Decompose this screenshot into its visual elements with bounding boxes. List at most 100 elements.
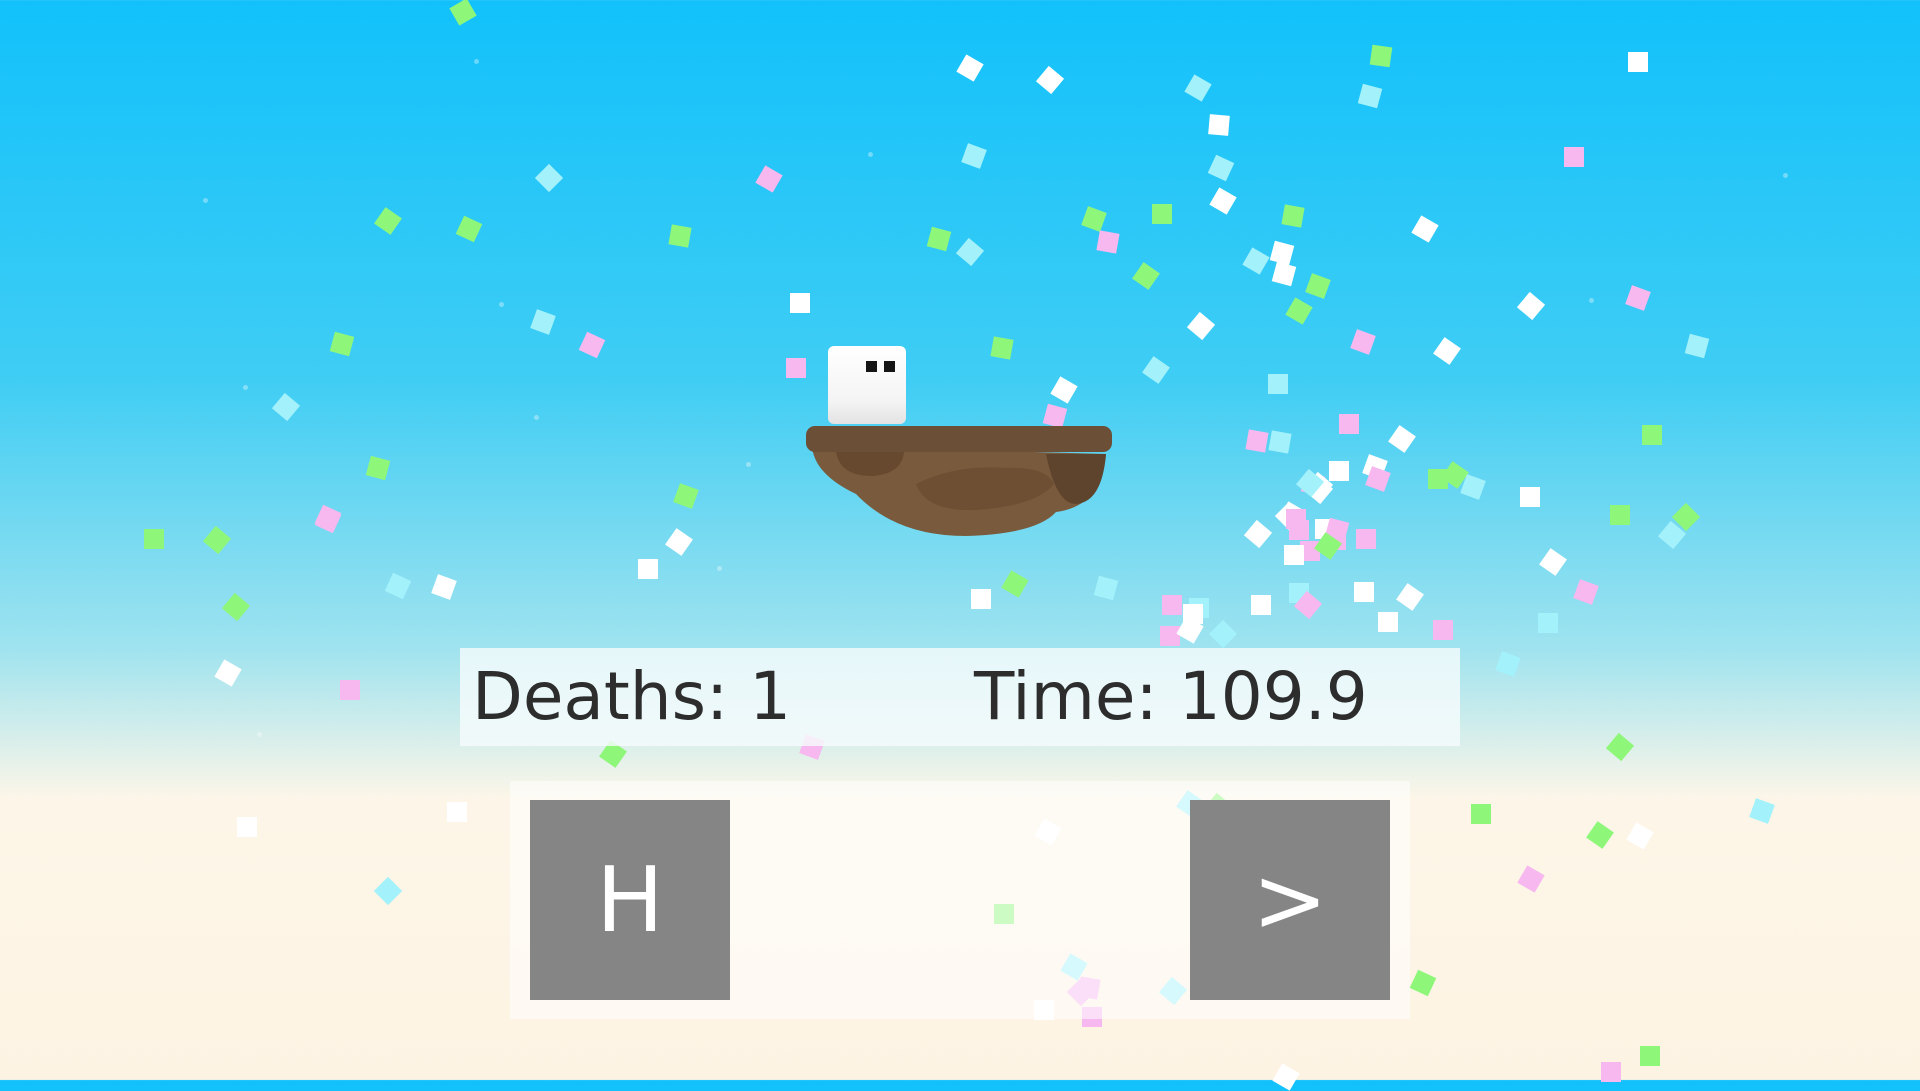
confetti-piece xyxy=(431,574,457,600)
confetti-piece xyxy=(1520,487,1540,507)
sparkle-dot xyxy=(717,566,722,571)
confetti-piece xyxy=(1539,548,1567,576)
confetti-piece xyxy=(1356,529,1376,549)
confetti-piece xyxy=(1286,509,1306,529)
confetti-piece xyxy=(1610,505,1630,525)
confetti-piece xyxy=(1640,1046,1660,1066)
confetti-piece xyxy=(1268,374,1288,394)
confetti-piece xyxy=(1433,620,1453,640)
sparkle-dot xyxy=(1783,173,1788,178)
confetti-piece xyxy=(1186,311,1216,341)
confetti-piece xyxy=(1684,333,1710,359)
confetti-piece xyxy=(1605,732,1635,762)
confetti-piece xyxy=(237,817,257,837)
confetti-piece xyxy=(578,331,606,359)
sparkle-dot xyxy=(1589,298,1594,303)
confetti-piece xyxy=(1160,626,1180,646)
confetti-piece xyxy=(1281,204,1305,228)
confetti-piece xyxy=(1208,114,1230,136)
time-counter: Time: 109.9 xyxy=(974,658,1368,735)
confetti-piece xyxy=(1396,583,1424,611)
confetti-piece xyxy=(668,224,692,248)
confetti-piece xyxy=(1209,187,1237,215)
player-cube xyxy=(828,346,906,424)
confetti-piece xyxy=(1285,297,1313,325)
confetti-piece xyxy=(673,483,699,509)
confetti-piece xyxy=(971,589,991,609)
confetti-piece xyxy=(1242,247,1270,275)
confetti-piece xyxy=(144,529,164,549)
sparkle-dot xyxy=(257,732,262,737)
confetti-piece xyxy=(1411,215,1439,243)
confetti-piece xyxy=(534,163,564,193)
confetti-piece xyxy=(1142,356,1170,384)
confetti-piece xyxy=(340,680,360,700)
confetti-piece xyxy=(373,876,403,906)
player-right-eye xyxy=(884,361,895,372)
confetti-piece xyxy=(202,525,232,555)
confetti-piece xyxy=(1284,545,1304,565)
confetti-piece xyxy=(1183,604,1203,624)
confetti-piece xyxy=(1586,821,1614,849)
confetti-piece xyxy=(755,165,783,193)
confetti-piece xyxy=(1564,147,1584,167)
confetti-piece xyxy=(1268,430,1292,454)
confetti-piece xyxy=(1433,337,1461,365)
confetti-piece xyxy=(1538,613,1558,633)
sparkle-dot xyxy=(474,59,479,64)
confetti-piece xyxy=(1354,582,1374,602)
confetti-piece xyxy=(1350,329,1376,355)
confetti-piece xyxy=(926,226,952,252)
confetti-piece xyxy=(1251,595,1271,615)
confetti-piece xyxy=(1357,83,1383,109)
confetti-piece xyxy=(449,0,477,26)
confetti-piece xyxy=(1516,291,1546,321)
confetti-piece xyxy=(1339,414,1359,434)
floating-island xyxy=(806,426,1112,536)
confetti-piece xyxy=(1601,1062,1621,1082)
confetti-piece xyxy=(955,237,985,267)
level-stats-panel: Deaths: 1 Time: 109.9 xyxy=(460,648,1460,746)
confetti-piece xyxy=(790,293,810,313)
confetti-piece xyxy=(1378,612,1398,632)
confetti-piece xyxy=(1471,804,1491,824)
confetti-piece xyxy=(1001,570,1029,598)
confetti-piece xyxy=(1517,865,1545,893)
confetti-piece xyxy=(455,215,483,243)
confetti-piece xyxy=(1208,619,1238,649)
level-complete-buttons: H > xyxy=(510,781,1410,1019)
confetti-piece xyxy=(1329,461,1349,481)
next-level-button[interactable]: > xyxy=(1190,800,1390,1000)
confetti-piece xyxy=(786,358,806,378)
confetti-piece xyxy=(665,528,693,556)
confetti-piece xyxy=(1626,822,1654,850)
confetti-piece xyxy=(365,455,391,481)
confetti-piece xyxy=(961,143,987,169)
sparkle-dot xyxy=(868,152,873,157)
confetti-piece xyxy=(1642,425,1662,445)
confetti-piece xyxy=(329,331,355,357)
confetti-piece xyxy=(1428,469,1448,489)
confetti-piece xyxy=(1271,261,1297,287)
confetti-piece xyxy=(1409,969,1437,997)
sparkle-dot xyxy=(534,415,539,420)
confetti-piece xyxy=(374,207,402,235)
confetti-piece xyxy=(271,392,301,422)
deaths-counter: Deaths: 1 xyxy=(472,658,792,735)
confetti-piece xyxy=(1035,65,1065,95)
confetti-piece xyxy=(1132,262,1160,290)
confetti-piece xyxy=(1050,376,1078,404)
home-button[interactable]: H xyxy=(530,800,730,1000)
confetti-piece xyxy=(1152,204,1172,224)
sparkle-dot xyxy=(243,385,248,390)
confetti-piece xyxy=(1245,429,1269,453)
confetti-piece xyxy=(1081,206,1107,232)
confetti-piece xyxy=(1625,285,1651,311)
sparkle-dot xyxy=(203,198,208,203)
confetti-piece xyxy=(1388,425,1416,453)
confetti-piece xyxy=(956,54,984,82)
sparkle-dot xyxy=(499,302,504,307)
confetti-piece xyxy=(1628,52,1648,72)
confetti-piece xyxy=(384,572,412,600)
confetti-piece xyxy=(447,802,467,822)
